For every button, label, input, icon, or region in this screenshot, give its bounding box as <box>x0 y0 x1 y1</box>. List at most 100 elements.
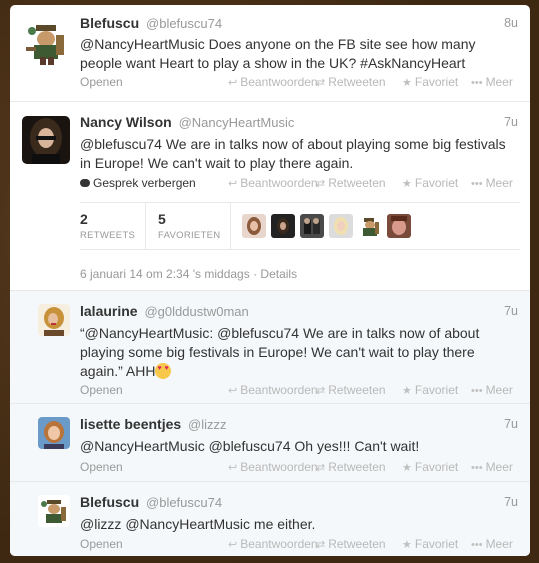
favoriter-avatar[interactable] <box>271 214 295 238</box>
star-icon: ★ <box>402 385 412 397</box>
reply-tweet-lisette-beentjes[interactable]: lisette beentjes @lizzz 7u @NancyHeartMu… <box>10 404 530 482</box>
hide-conversation-link[interactable]: Gesprek verbergen <box>80 176 196 190</box>
retweets-stat[interactable]: 2 RETWEETS <box>80 211 135 241</box>
author-name[interactable]: lisette beentjes <box>80 416 181 432</box>
retweet-icon: ⇄ <box>316 539 326 551</box>
author-handle[interactable]: @blefuscu74 <box>146 16 222 31</box>
mention-link[interactable]: @NancyHeartMusic <box>80 36 205 52</box>
reply-button[interactable]: ↩ Beantwoorden <box>228 460 318 474</box>
retweet-icon: ⇄ <box>316 77 326 89</box>
author-name[interactable]: lalaurine <box>80 303 138 319</box>
mention-link[interactable]: @NancyHeartMusic <box>85 325 210 341</box>
reply-icon: ↩ <box>228 77 238 89</box>
mention-link[interactable]: @blefuscu74 <box>209 438 291 454</box>
tweet-text: @lizzz @NancyHeartMusic me either. <box>80 516 316 532</box>
author-name[interactable]: Blefuscu <box>80 15 139 31</box>
reply-button[interactable]: ↩ Beantwoorden <box>228 537 318 551</box>
author-handle[interactable]: @NancyHeartMusic <box>179 115 295 130</box>
favorites-stat[interactable]: 5 FAVORIETEN <box>158 211 220 241</box>
details-link[interactable]: Details <box>260 267 297 281</box>
star-icon: ★ <box>402 539 412 551</box>
favoriter-avatar[interactable] <box>242 214 266 238</box>
retweet-button[interactable]: ⇄ Retweeten <box>316 176 386 190</box>
mention-link[interactable]: @blefuscu74 <box>217 325 299 341</box>
author-handle[interactable]: @lizzz <box>188 417 226 432</box>
more-button[interactable]: ••• Meer <box>471 176 513 190</box>
tweet-actions: Openen ↩ Beantwoorden ⇄ Retweeten ★ Favorie… <box>80 383 520 401</box>
favoriter-avatar[interactable] <box>358 214 382 238</box>
hashtag-link[interactable]: #AskNancyHeart <box>360 55 465 71</box>
tweet-nancy-wilson-expanded[interactable]: Nancy Wilson @NancyHeartMusic 7u @blefus… <box>10 102 530 291</box>
reply-tweet-blefuscu[interactable]: Blefuscu @blefuscu74 7u @lizzz @NancyHea… <box>10 482 530 556</box>
divider <box>145 203 146 249</box>
open-tweet-link[interactable]: Openen <box>80 537 123 551</box>
retweet-icon: ⇄ <box>316 385 326 397</box>
more-button[interactable]: ••• Meer <box>471 75 513 89</box>
tweet-timestamp[interactable]: 7u <box>504 115 518 129</box>
retweet-button[interactable]: ⇄ Retweeten <box>316 537 386 551</box>
reply-button[interactable]: ↩ Beantwoorden <box>228 383 318 397</box>
star-icon: ★ <box>402 178 412 190</box>
reply-icon: ↩ <box>228 385 238 397</box>
mention-link[interactable]: @NancyHeartMusic <box>125 516 250 532</box>
tweet-date: 6 januari 14 om 2:34 's middags · Detail… <box>80 267 298 281</box>
tweet-timestamp[interactable]: 7u <box>504 304 518 318</box>
author-name[interactable]: Nancy Wilson <box>80 114 172 130</box>
favoriter-avatar[interactable] <box>300 214 324 238</box>
more-dots-icon: ••• <box>471 77 483 89</box>
open-tweet-link[interactable]: Openen <box>80 383 123 397</box>
author-name[interactable]: Blefuscu <box>80 494 139 510</box>
tweet-header: Nancy Wilson @NancyHeartMusic <box>80 114 294 130</box>
tweet-header: lalaurine @g0lddustw0man <box>80 303 249 319</box>
more-button[interactable]: ••• Meer <box>471 383 513 397</box>
retweets-label: RETWEETS <box>80 230 136 241</box>
open-tweet-link[interactable]: Openen <box>80 460 123 474</box>
heart-eyes-emoji-icon <box>155 363 172 379</box>
more-dots-icon: ••• <box>471 462 483 474</box>
reply-button[interactable]: ↩ Beantwoorden <box>228 75 318 89</box>
favorites-count: 5 <box>158 211 166 227</box>
tweet-text: “@NancyHeartMusic: @blefuscu74 We are in… <box>80 324 520 381</box>
author-handle[interactable]: @blefuscu74 <box>146 495 222 510</box>
avatar-nancy-wilson[interactable] <box>22 116 70 164</box>
avatar-blefuscu[interactable] <box>38 495 70 527</box>
tweet-timestamp[interactable]: 7u <box>504 495 518 509</box>
favoriter-avatar[interactable] <box>387 214 411 238</box>
favorite-button[interactable]: ★ Favoriet <box>402 537 458 551</box>
tweet-date-text[interactable]: 6 januari 14 om 2:34 's middags <box>80 267 250 281</box>
favorite-button[interactable]: ★ Favoriet <box>402 75 458 89</box>
avatar-lisette-beentjes[interactable] <box>38 417 70 449</box>
tweet-actions: Openen ↩ Beantwoorden ⇄ Retweeten ★ Favorie… <box>80 460 520 478</box>
reply-icon: ↩ <box>228 462 238 474</box>
tweet-header: Blefuscu @blefuscu74 <box>80 494 222 510</box>
author-handle[interactable]: @g0lddustw0man <box>144 304 248 319</box>
tweet-timestamp[interactable]: 7u <box>504 417 518 431</box>
reply-button[interactable]: ↩ Beantwoorden <box>228 176 318 190</box>
tweet-blefuscu-original[interactable]: Blefuscu @blefuscu74 8u @NancyHeartMusic… <box>10 5 530 102</box>
favorite-button[interactable]: ★ Favoriet <box>402 383 458 397</box>
tweet-conversation-card: Blefuscu @blefuscu74 8u @NancyHeartMusic… <box>10 5 530 556</box>
favorite-button[interactable]: ★ Favoriet <box>402 176 458 190</box>
mention-link[interactable]: @NancyHeartMusic <box>80 438 205 454</box>
more-button[interactable]: ••• Meer <box>471 537 513 551</box>
mention-link[interactable]: @blefuscu74 <box>80 136 162 152</box>
more-dots-icon: ••• <box>471 178 483 190</box>
reply-tweet-lalaurine[interactable]: lalaurine @g0lddustw0man 7u “@NancyHeart… <box>10 291 530 404</box>
open-tweet-link[interactable]: Openen <box>80 75 123 89</box>
tweet-actions: Openen ↩ Beantwoorden ⇄ Retweeten ★ Favorie… <box>80 537 520 555</box>
tweet-timestamp[interactable]: 8u <box>504 16 518 30</box>
mention-link[interactable]: @lizzz <box>80 516 121 532</box>
favorite-button[interactable]: ★ Favoriet <box>402 460 458 474</box>
retweet-button[interactable]: ⇄ Retweeten <box>316 383 386 397</box>
retweets-count: 2 <box>80 211 88 227</box>
tweet-actions: Gesprek verbergen ↩ Beantwoorden ⇄ Retweet… <box>80 176 520 194</box>
star-icon: ★ <box>402 462 412 474</box>
more-button[interactable]: ••• Meer <box>471 460 513 474</box>
tweet-text: @NancyHeartMusic @blefuscu74 Oh yes!!! C… <box>80 438 420 454</box>
avatar-lalaurine[interactable] <box>38 304 70 336</box>
favoriter-avatar[interactable] <box>329 214 353 238</box>
retweet-button[interactable]: ⇄ Retweeten <box>316 75 386 89</box>
more-dots-icon: ••• <box>471 539 483 551</box>
avatar-blefuscu[interactable] <box>22 17 70 65</box>
retweet-button[interactable]: ⇄ Retweeten <box>316 460 386 474</box>
